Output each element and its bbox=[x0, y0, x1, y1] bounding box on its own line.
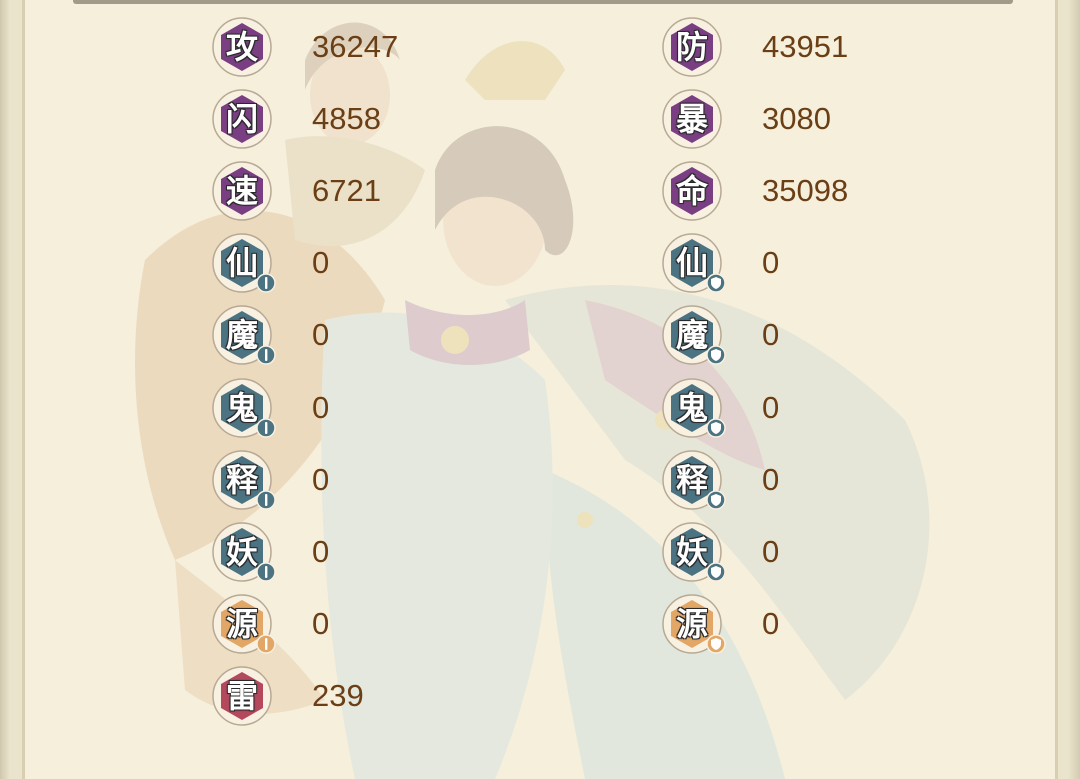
stat-row: 暴 3080 bbox=[662, 89, 982, 149]
attribute-value: 0 bbox=[312, 461, 330, 497]
stat-row: 闪 4858 bbox=[212, 89, 532, 149]
attribute-label: 速 bbox=[225, 172, 258, 211]
attribute-value: 43951 bbox=[762, 29, 849, 64]
stat-row: 鬼0 bbox=[212, 377, 532, 438]
attribute-value: 0 bbox=[312, 533, 330, 569]
attribute-value: 6721 bbox=[312, 173, 381, 209]
attribute-value: 0 bbox=[312, 317, 330, 353]
attribute-hex-icon[interactable]: 妖 bbox=[212, 521, 276, 582]
stat-row: 妖0 bbox=[662, 521, 982, 582]
stat-row: 源0 bbox=[212, 594, 532, 654]
attribute-hex-icon[interactable]: 释 bbox=[212, 449, 276, 510]
attribute-value: 0 bbox=[762, 317, 780, 353]
stat-row: 仙0 bbox=[212, 233, 532, 294]
attack-sword-icon bbox=[256, 417, 276, 438]
attribute-value: 35098 bbox=[762, 173, 849, 209]
attribute-value: 0 bbox=[312, 245, 330, 281]
attribute-hex-icon[interactable]: 命 bbox=[662, 161, 722, 221]
attribute-hex-icon[interactable]: 释 bbox=[662, 449, 726, 510]
defense-shield-icon bbox=[706, 345, 726, 366]
defense-shield-icon bbox=[706, 561, 726, 582]
stat-row: 命 35098 bbox=[662, 161, 982, 221]
attribute-hex-icon[interactable]: 雷 bbox=[212, 666, 272, 726]
stat-row: 魔0 bbox=[212, 305, 532, 366]
attribute-hex-icon[interactable]: 闪 bbox=[212, 89, 272, 149]
attribute-value: 0 bbox=[762, 533, 780, 569]
stat-row: 妖0 bbox=[212, 521, 532, 582]
attribute-hex-icon[interactable]: 仙 bbox=[662, 233, 726, 294]
attack-sword-icon bbox=[256, 634, 276, 654]
attribute-hex-icon[interactable]: 仙 bbox=[212, 233, 276, 294]
attribute-label: 暴 bbox=[675, 100, 708, 139]
attribute-value: 36247 bbox=[312, 29, 399, 64]
attribute-value: 0 bbox=[762, 461, 780, 497]
window-frame: 攻 36247 闪 4858 速 6721 仙 0 魔 0 鬼 0 释 0 妖 0 源 0 雷 239 防 43951 暴… bbox=[0, 0, 1080, 779]
defense-shield-icon bbox=[706, 417, 726, 438]
attribute-hex-icon[interactable]: 妖 bbox=[662, 521, 726, 582]
defense-shield-icon bbox=[706, 489, 726, 510]
attribute-label: 攻 bbox=[225, 28, 258, 66]
stat-row: 释0 bbox=[212, 449, 532, 510]
attribute-hex-icon[interactable]: 防 bbox=[662, 17, 722, 77]
attribute-hex-icon[interactable]: 魔 bbox=[662, 305, 726, 366]
attribute-label: 防 bbox=[675, 28, 708, 66]
attribute-hex-icon[interactable]: 鬼 bbox=[662, 377, 726, 438]
defense-shield-icon bbox=[706, 634, 726, 654]
attribute-value: 0 bbox=[762, 605, 780, 641]
attack-sword-icon bbox=[256, 489, 276, 510]
attack-sword-icon bbox=[256, 345, 276, 366]
attribute-value: 239 bbox=[312, 677, 364, 713]
stat-row: 释0 bbox=[662, 449, 982, 510]
attribute-hex-icon[interactable]: 源 bbox=[212, 594, 276, 654]
attribute-panel: 攻 36247 闪 4858 速 6721 仙 0 魔 0 鬼 0 释 0 妖 0 源 0 雷 239 防 43951 暴… bbox=[22, 0, 1058, 779]
attribute-hex-icon[interactable]: 暴 bbox=[662, 89, 722, 149]
attribute-hex-icon[interactable]: 攻 bbox=[212, 17, 272, 77]
stat-row: 防 43951 bbox=[662, 17, 982, 77]
attribute-label: 闪 bbox=[225, 100, 258, 139]
stat-row: 雷 239 bbox=[212, 666, 532, 726]
attribute-hex-icon[interactable]: 魔 bbox=[212, 305, 276, 366]
stat-row: 仙0 bbox=[662, 233, 982, 294]
attribute-hex-icon[interactable]: 源 bbox=[662, 594, 726, 654]
attribute-hex-icon[interactable]: 速 bbox=[212, 161, 272, 221]
stat-row: 鬼0 bbox=[662, 377, 982, 438]
attribute-hex-icon[interactable]: 鬼 bbox=[212, 377, 276, 438]
attribute-value: 3080 bbox=[762, 101, 831, 137]
stat-row: 速 6721 bbox=[212, 161, 532, 221]
defense-shield-icon bbox=[706, 273, 726, 294]
attack-sword-icon bbox=[256, 561, 276, 582]
attribute-value: 0 bbox=[762, 245, 780, 281]
stat-row: 源0 bbox=[662, 594, 982, 654]
attribute-value: 0 bbox=[312, 605, 330, 641]
attribute-label: 雷 bbox=[225, 676, 258, 715]
attack-sword-icon bbox=[256, 273, 276, 294]
attribute-value: 0 bbox=[762, 389, 780, 425]
attribute-label: 命 bbox=[675, 172, 708, 211]
stat-row: 攻 36247 bbox=[212, 17, 532, 77]
attribute-value: 0 bbox=[312, 389, 330, 425]
stat-row: 魔0 bbox=[662, 305, 982, 366]
attribute-value: 4858 bbox=[312, 101, 381, 137]
